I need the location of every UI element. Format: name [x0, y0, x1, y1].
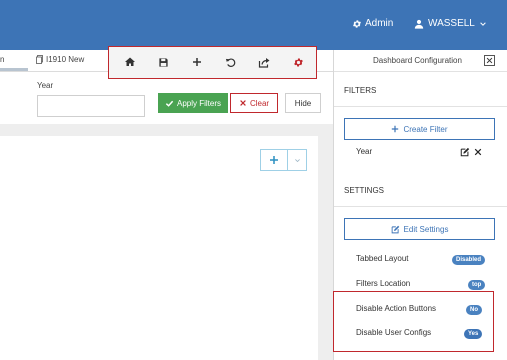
add-button[interactable]: [190, 55, 204, 69]
undo-icon: [225, 57, 235, 67]
tab-label: I1910 New: [46, 55, 85, 64]
user-menu[interactable]: WASSELL: [414, 18, 487, 29]
action-toolbar: [108, 46, 317, 79]
tab-i1910-new[interactable]: I1910 New: [36, 55, 84, 64]
undo-button[interactable]: [223, 55, 237, 69]
plus-icon: [392, 125, 399, 133]
sidebar-close-button[interactable]: [484, 55, 495, 66]
setting-tabbed-layout-label: Tabbed Layout: [356, 254, 409, 263]
setting-tabbed-layout-badge: Disabled: [452, 255, 486, 265]
create-filter-button[interactable]: Create Filter: [344, 118, 495, 140]
apply-filters-button[interactable]: Apply Filters: [158, 93, 228, 113]
hide-filters-button[interactable]: Hide: [285, 93, 321, 113]
plus-icon: [270, 156, 278, 164]
top-navbar: Admin WASSELL: [0, 0, 507, 50]
edit-settings-button[interactable]: Edit Settings: [344, 218, 495, 240]
chevron-down-icon: [480, 21, 486, 26]
save-button[interactable]: [156, 55, 170, 69]
setting-filters-location-label: Filters Location: [356, 279, 411, 288]
active-tab-indicator: [0, 68, 28, 71]
add-widget-dropdown[interactable]: [288, 150, 306, 170]
close-icon: [486, 57, 493, 64]
chevron-down-icon: [294, 158, 300, 162]
create-filter-label: Create Filter: [403, 124, 448, 134]
save-icon: [158, 57, 168, 67]
filter-item-year: Year: [356, 147, 373, 156]
settings-heading: SETTINGS: [344, 186, 385, 195]
clear-filters-button[interactable]: Clear: [230, 93, 278, 113]
filter-bar: Year Apply Filters Clear Hide: [0, 72, 333, 124]
document-icon: [36, 55, 43, 64]
user-name: WASSELL: [428, 18, 475, 29]
plus-icon: [193, 58, 201, 66]
check-icon: [165, 100, 174, 107]
home-icon: [125, 57, 135, 66]
add-widget-button-group[interactable]: [260, 149, 307, 171]
filters-heading: FILTERS: [344, 86, 377, 95]
settings-button[interactable]: [291, 55, 305, 69]
highlight-settings-box: [333, 291, 494, 352]
settings-divider: [334, 206, 507, 207]
sidebar-header: Dashboard Configuration: [334, 50, 507, 72]
gear-icon: [353, 19, 361, 28]
edit-icon[interactable]: [460, 147, 470, 157]
share-button[interactable]: [257, 55, 271, 69]
sidebar-title: Dashboard Configuration: [373, 56, 462, 65]
user-icon: [414, 19, 424, 29]
edit-settings-label: Edit Settings: [403, 224, 449, 234]
tab-partial[interactable]: n: [0, 55, 4, 64]
gear-icon: [293, 58, 303, 66]
admin-menu[interactable]: Admin: [352, 18, 393, 29]
close-icon[interactable]: [474, 148, 482, 156]
share-icon: [258, 57, 270, 68]
setting-filters-location-badge: top: [468, 280, 486, 290]
clear-filters-label: Clear: [249, 98, 270, 108]
year-filter-label: Year: [37, 81, 54, 90]
add-widget-button[interactable]: [261, 150, 288, 170]
admin-label: Admin: [365, 18, 394, 29]
home-button[interactable]: [123, 55, 137, 69]
filters-divider: [334, 106, 507, 107]
year-filter-input[interactable]: [37, 95, 145, 117]
close-icon: [240, 100, 246, 106]
edit-icon: [391, 225, 399, 233]
apply-filters-label: Apply Filters: [176, 98, 221, 108]
